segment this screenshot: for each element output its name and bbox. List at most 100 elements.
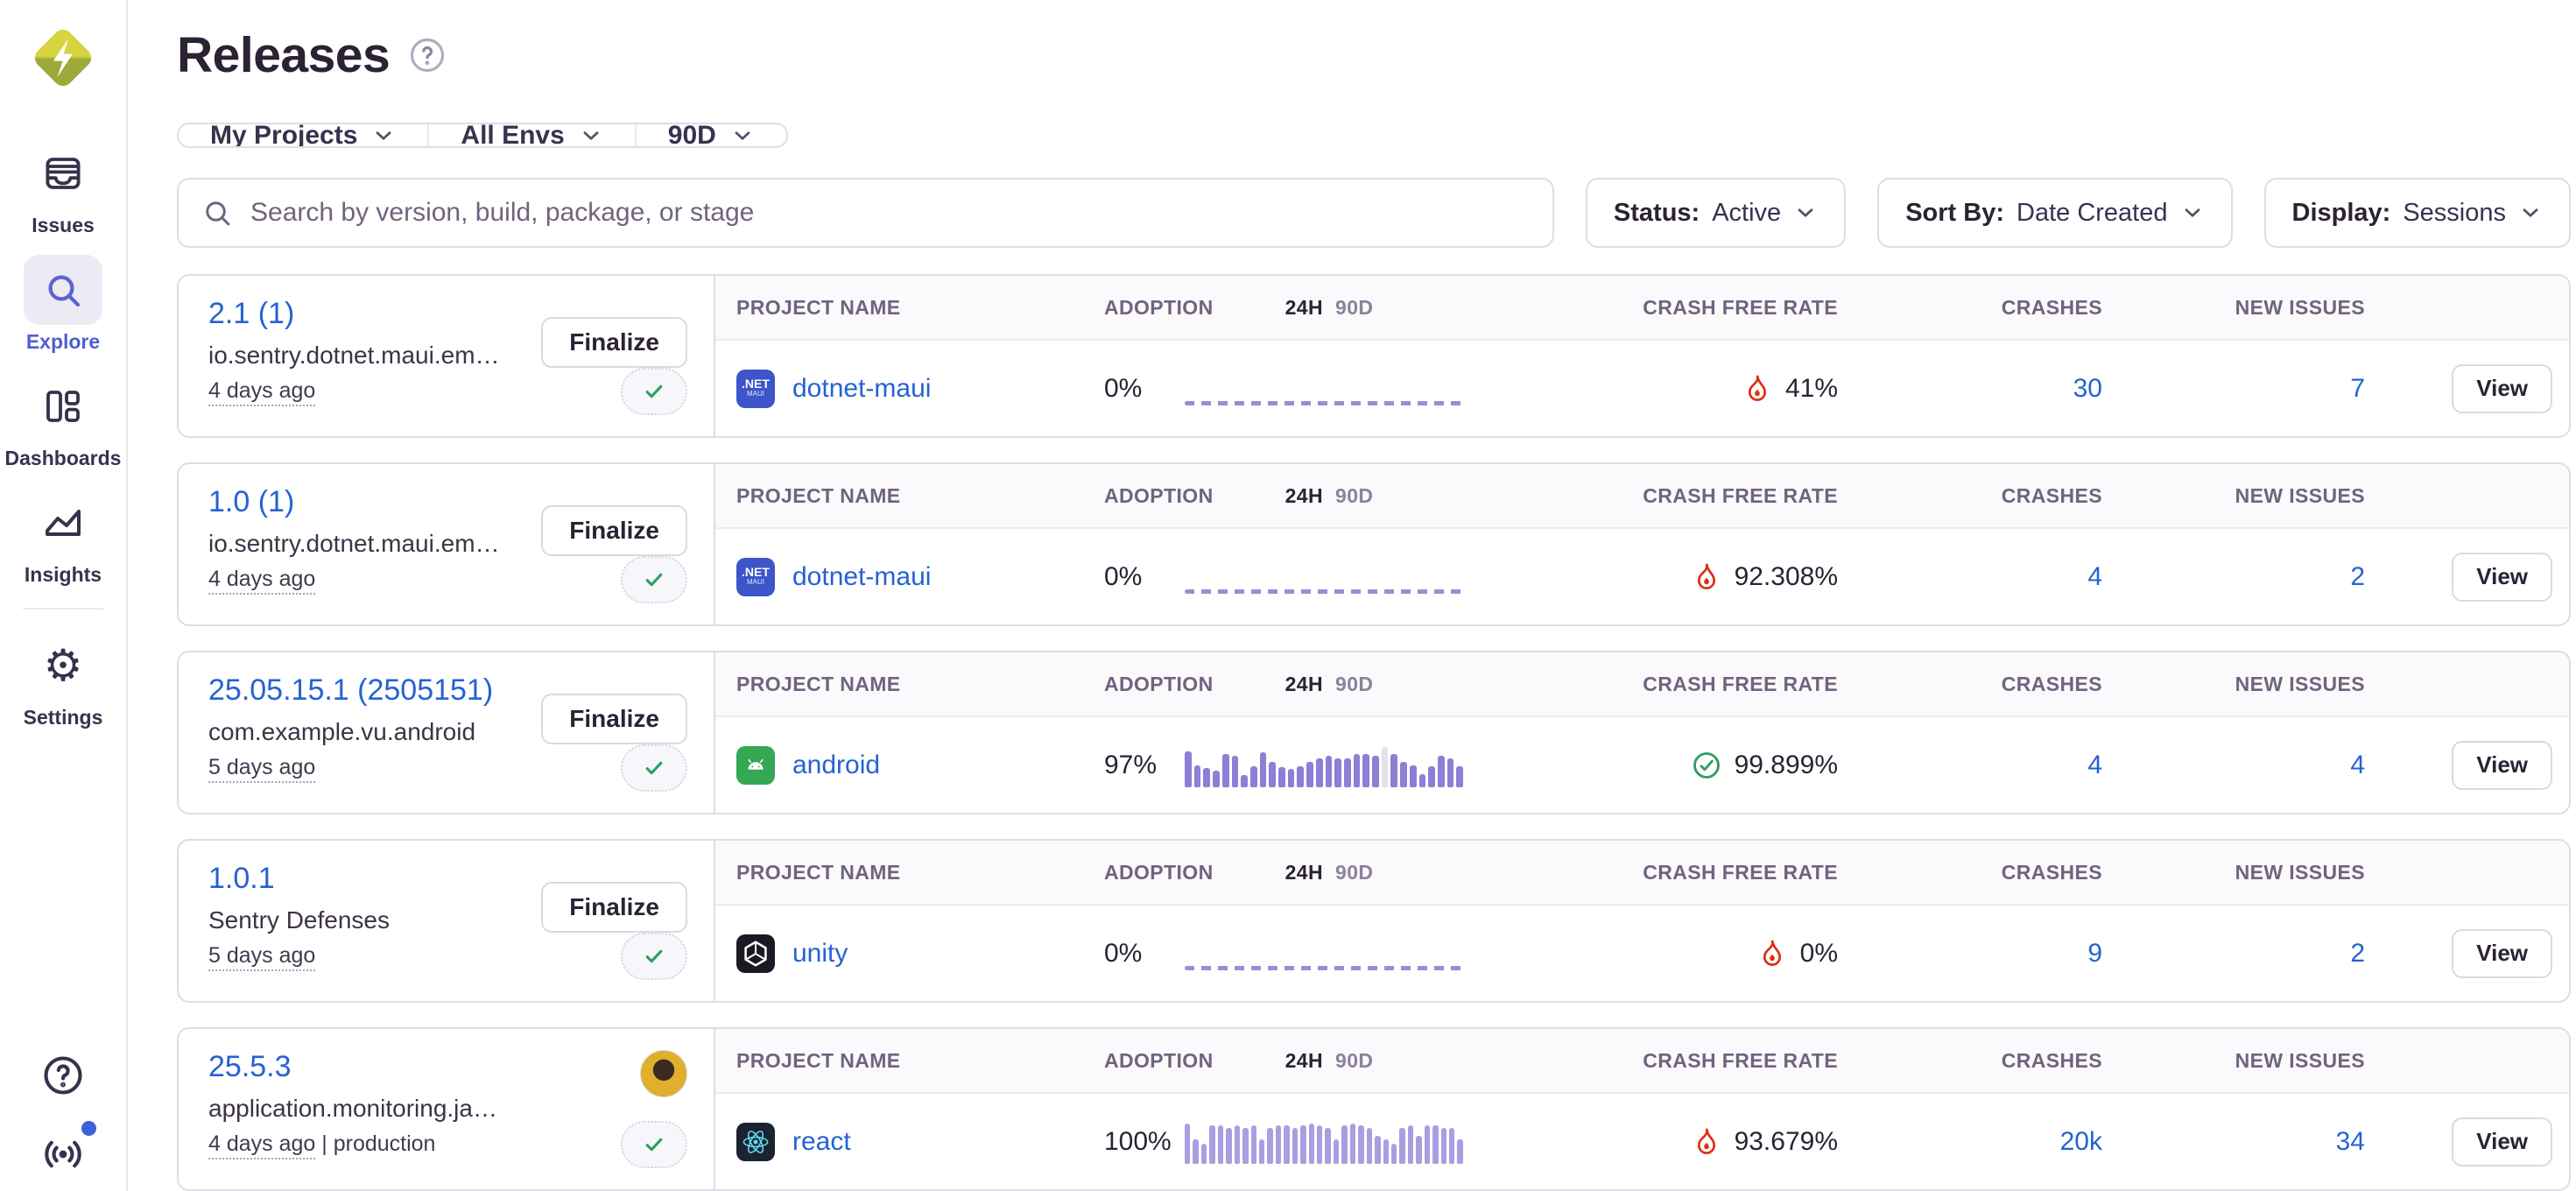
sort-by-filter-label: Sort By:	[1905, 199, 2004, 228]
environment-filter-label: All Envs	[461, 123, 564, 148]
page-help-icon[interactable]	[409, 37, 446, 74]
sort-by-filter[interactable]: Sort By: Date Created	[1877, 178, 2232, 248]
release-version-link[interactable]: 1.0.1	[208, 862, 541, 896]
finalize-button[interactable]: Finalize	[541, 505, 687, 556]
zero-adoption-dashed-line	[1185, 966, 1463, 970]
release-environment: | production	[315, 1131, 435, 1156]
col-adoption: ADOPTION	[1104, 296, 1185, 320]
col-adoption: ADOPTION	[1104, 1049, 1185, 1073]
page-header: Releases	[177, 26, 2571, 84]
approved-check-pill[interactable]	[621, 1121, 687, 1168]
crashes-link[interactable]: 4	[2087, 562, 2102, 591]
date-range-filter[interactable]: 90D	[635, 124, 786, 146]
approved-check-pill[interactable]	[621, 933, 687, 980]
adoption-bar	[1251, 1125, 1256, 1164]
crashes-link[interactable]: 30	[2073, 374, 2102, 403]
release-health-table: PROJECT NAME ADOPTION 24H90D CRASH FREE …	[715, 841, 2569, 1001]
project-link[interactable]: react	[792, 1127, 851, 1157]
adoption-bar	[1278, 767, 1285, 787]
project-link[interactable]: android	[792, 751, 880, 780]
col-crash-free-rate: CRASH FREE RATE	[1474, 1049, 1838, 1073]
adoption-bar	[1276, 1125, 1281, 1164]
adoption-bar	[1383, 1139, 1389, 1164]
project-link[interactable]: dotnet-maui	[792, 562, 931, 592]
release-version-link[interactable]: 2.1 (1)	[208, 297, 541, 331]
adoption-chart	[1185, 555, 1474, 599]
view-button[interactable]: View	[2452, 364, 2552, 413]
new-issues-link[interactable]: 34	[2336, 1127, 2365, 1156]
crash-free-value: 0%	[1800, 939, 1838, 969]
release-list: 2.1 (1) io.sentry.dotnet.maui.em… 4 days…	[177, 274, 2571, 1191]
adoption-bar	[1309, 1124, 1314, 1164]
adoption-bar	[1218, 1125, 1223, 1164]
view-button[interactable]: View	[2452, 929, 2552, 978]
crashes-link[interactable]: 20k	[2060, 1127, 2102, 1156]
fire-icon	[1691, 1126, 1722, 1158]
view-button[interactable]: View	[2452, 1117, 2552, 1166]
adoption-chart	[1185, 743, 1474, 787]
new-issues-link[interactable]: 2	[2350, 939, 2365, 968]
new-issues-link[interactable]: 7	[2350, 374, 2365, 403]
release-package: com.example.vu.android	[208, 718, 541, 746]
release-version-link[interactable]: 25.05.15.1 (2505151)	[208, 673, 541, 708]
finalize-button[interactable]: Finalize	[541, 882, 687, 933]
adoption-value: 97%	[1104, 751, 1185, 780]
crashes-link[interactable]: 4	[2087, 751, 2102, 779]
adoption-bar	[1367, 1128, 1372, 1164]
check-icon	[639, 377, 669, 406]
finalize-button[interactable]: Finalize	[541, 317, 687, 368]
sidebar-item-dashboards[interactable]: Dashboards	[5, 371, 122, 470]
broadcast-button[interactable]	[40, 1131, 86, 1177]
adoption-bar	[1432, 1125, 1438, 1164]
display-filter[interactable]: Display: Sessions	[2264, 178, 2572, 248]
finalize-button[interactable]: Finalize	[541, 694, 687, 744]
release-created: 4 days ago	[208, 378, 315, 406]
adoption-bar	[1232, 756, 1239, 787]
status-filter-value: Active	[1712, 199, 1781, 228]
sidebar-item-settings[interactable]: ⚙ Settings	[24, 631, 103, 729]
fire-icon	[1742, 373, 1773, 405]
sidebar-item-issues[interactable]: Issues	[24, 138, 102, 237]
adoption-bar	[1316, 758, 1323, 787]
approved-check-pill[interactable]	[621, 556, 687, 603]
search-box[interactable]	[177, 178, 1554, 248]
adoption-bar	[1297, 766, 1304, 787]
adoption-bar	[1185, 1124, 1190, 1164]
adoption-bar	[1390, 754, 1397, 787]
fire-icon	[1756, 938, 1788, 969]
adoption-bar	[1399, 1128, 1404, 1164]
release-summary: 1.0 (1) io.sentry.dotnet.maui.em… 4 days…	[179, 464, 715, 624]
new-issues-link[interactable]: 2	[2350, 562, 2365, 591]
col-new-issues: NEW ISSUES	[2102, 673, 2365, 696]
adoption-chart	[1185, 367, 1474, 411]
release-card: 25.5.3 application.monitoring.ja… 4 days…	[177, 1027, 2571, 1191]
help-button[interactable]	[40, 1053, 86, 1098]
sidebar-item-explore[interactable]: Explore	[24, 255, 102, 354]
project-link[interactable]: dotnet-maui	[792, 374, 931, 404]
main-content: Releases My Projects All Envs 90D	[128, 0, 2576, 1191]
approved-check-pill[interactable]	[621, 368, 687, 415]
adoption-bar	[1334, 1139, 1339, 1164]
issues-icon	[24, 138, 102, 208]
view-button[interactable]: View	[2452, 553, 2552, 602]
crashes-link[interactable]: 9	[2087, 939, 2102, 968]
adoption-bar	[1362, 754, 1369, 787]
environment-filter[interactable]: All Envs	[427, 124, 634, 146]
project-filter[interactable]: My Projects	[179, 124, 427, 146]
adoption-bar	[1300, 1125, 1306, 1164]
new-issues-link[interactable]: 4	[2350, 751, 2365, 779]
release-version-link[interactable]: 1.0 (1)	[208, 485, 541, 519]
sentry-logo[interactable]	[28, 23, 98, 93]
adoption-bar	[1203, 768, 1210, 787]
search-input[interactable]	[249, 197, 1530, 229]
sidebar-item-insights[interactable]: Insights	[24, 488, 102, 587]
project-link[interactable]: unity	[792, 939, 848, 969]
release-version-link[interactable]: 25.5.3	[208, 1050, 621, 1084]
approved-check-pill[interactable]	[621, 744, 687, 792]
adoption-value: 100%	[1104, 1127, 1185, 1157]
status-filter[interactable]: Status: Active	[1586, 178, 1846, 248]
adoption-bar	[1408, 1125, 1413, 1164]
col-project-name: PROJECT NAME	[736, 673, 1104, 696]
view-button[interactable]: View	[2452, 741, 2552, 790]
col-crashes: CRASHES	[1838, 484, 2102, 508]
